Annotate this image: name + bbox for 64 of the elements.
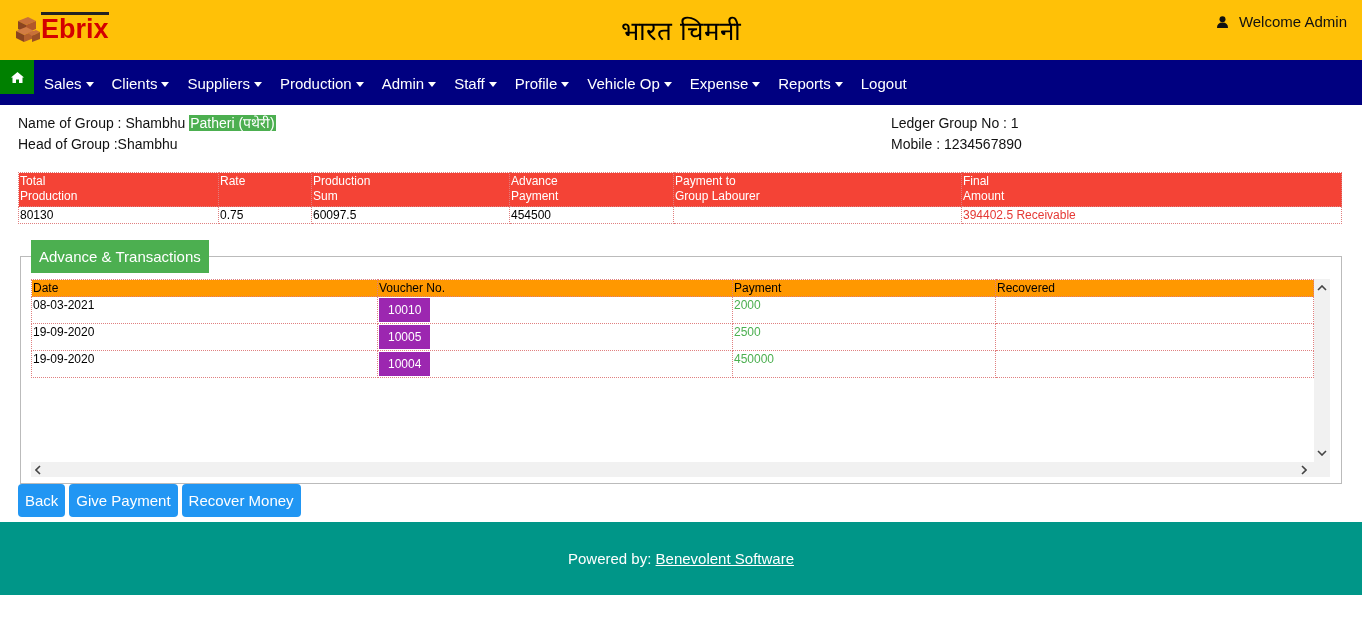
home-icon bbox=[10, 71, 24, 83]
caret-icon bbox=[253, 81, 262, 87]
table-cell: 19-09-2020 bbox=[31, 350, 378, 378]
table-cell: 454500 bbox=[509, 206, 674, 224]
table-cell: 2000 bbox=[732, 296, 996, 324]
column-header: Rate bbox=[218, 172, 312, 207]
bricks-icon bbox=[14, 15, 40, 43]
column-header: Production Sum bbox=[311, 172, 510, 207]
column-header: Voucher No. bbox=[377, 279, 733, 297]
caret-icon bbox=[752, 81, 761, 87]
mobile-text: Mobile : 1234567890 bbox=[891, 135, 1022, 154]
ledger-group-text: Ledger Group No : 1 bbox=[891, 114, 1020, 133]
nav-menu-item[interactable]: Production bbox=[270, 60, 373, 92]
group-name-label: Name of Group : Shambhu bbox=[18, 115, 186, 131]
caret-icon bbox=[561, 81, 570, 87]
column-header: Advance Payment bbox=[509, 172, 674, 207]
table-cell: 60097.5 bbox=[311, 206, 510, 224]
nav-menu-item[interactable]: Staff bbox=[445, 60, 506, 92]
voucher-button[interactable]: 10010 bbox=[379, 298, 431, 322]
caret-icon bbox=[488, 81, 497, 87]
caret-icon bbox=[834, 81, 843, 87]
nav-menu-item[interactable]: Logout bbox=[851, 60, 916, 92]
table-cell: 80130 bbox=[18, 206, 219, 224]
nav-menu-item[interactable]: Vehicle Op bbox=[578, 60, 681, 92]
scroll-up-icon[interactable] bbox=[1317, 285, 1327, 291]
scroll-right-icon[interactable] bbox=[1301, 464, 1307, 475]
site-title: भारत चिमनी bbox=[620, 15, 742, 48]
caret-icon bbox=[161, 81, 170, 87]
nav-menu-item[interactable]: Reports bbox=[769, 60, 852, 92]
table-cell: 394402.5 Receivable bbox=[961, 206, 1342, 224]
column-header: Date bbox=[31, 279, 378, 297]
group-head-text: Head of Group :Shambhu bbox=[18, 135, 179, 154]
welcome-text: Welcome Admin bbox=[1238, 13, 1347, 30]
nav-menu-item[interactable]: Profile bbox=[505, 60, 579, 92]
caret-icon bbox=[428, 81, 437, 87]
group-type-badge: Patheri (पथेरी) bbox=[189, 115, 276, 131]
section-legend: Advance & Transactions bbox=[31, 240, 209, 273]
voucher-button[interactable]: 10004 bbox=[379, 352, 431, 376]
voucher-button[interactable]: 10005 bbox=[379, 325, 431, 349]
nav-menu-item[interactable]: Suppliers bbox=[178, 60, 271, 92]
logo-text: Ebrix bbox=[41, 12, 109, 43]
caret-icon bbox=[85, 81, 94, 87]
footer-text: Powered by: bbox=[568, 550, 652, 567]
table-cell: 0.75 bbox=[218, 206, 312, 224]
table-cell: 450000 bbox=[732, 350, 996, 378]
column-header: Final Amount bbox=[961, 172, 1342, 207]
scroll-down-icon[interactable] bbox=[1317, 450, 1327, 456]
table-cell: 2500 bbox=[732, 323, 996, 351]
column-header: Recovered bbox=[995, 279, 1314, 297]
table-cell: 08-03-2021 bbox=[31, 296, 378, 324]
column-header: Payment to Group Labourer bbox=[673, 172, 962, 207]
nav-menu-item[interactable]: Expense bbox=[680, 60, 770, 92]
nav-menu-item[interactable]: Admin bbox=[372, 60, 446, 92]
column-header: Total Production bbox=[18, 172, 219, 207]
table-cell: 19-09-2020 bbox=[31, 323, 378, 351]
nav-menu-item[interactable]: Sales bbox=[35, 60, 103, 92]
home-button[interactable] bbox=[0, 60, 34, 94]
user-icon bbox=[1216, 15, 1228, 28]
column-header: Payment bbox=[732, 279, 996, 297]
nav-menu-item[interactable]: Clients bbox=[102, 60, 179, 92]
caret-icon bbox=[355, 81, 364, 87]
footer-link[interactable]: Benevolent Software bbox=[655, 550, 794, 567]
caret-icon bbox=[663, 81, 672, 87]
scroll-left-icon[interactable] bbox=[35, 464, 41, 475]
